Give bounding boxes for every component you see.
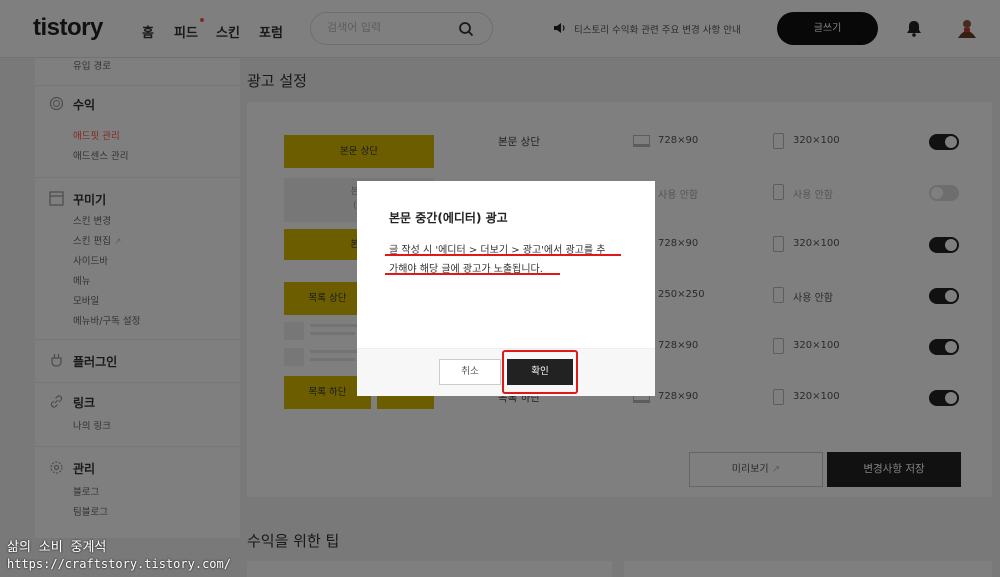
watermark-name: 삶의 소비 중계석 (7, 540, 107, 555)
red-underline (385, 273, 560, 275)
modal-body-line: 가해야 해당 글에 광고가 노출됩니다. (389, 264, 543, 275)
modal-title: 본문 중간(에디터) 광고 (389, 211, 508, 225)
watermark-url: https://craftstory.tistory.com/ (7, 557, 231, 571)
red-underline (385, 254, 621, 256)
cancel-button[interactable]: 취소 (439, 359, 501, 385)
confirm-highlight-box (502, 350, 578, 394)
modal-body-line: 글 작성 시 '에디터 > 더보기 > 광고'에서 광고를 추 (389, 245, 606, 256)
